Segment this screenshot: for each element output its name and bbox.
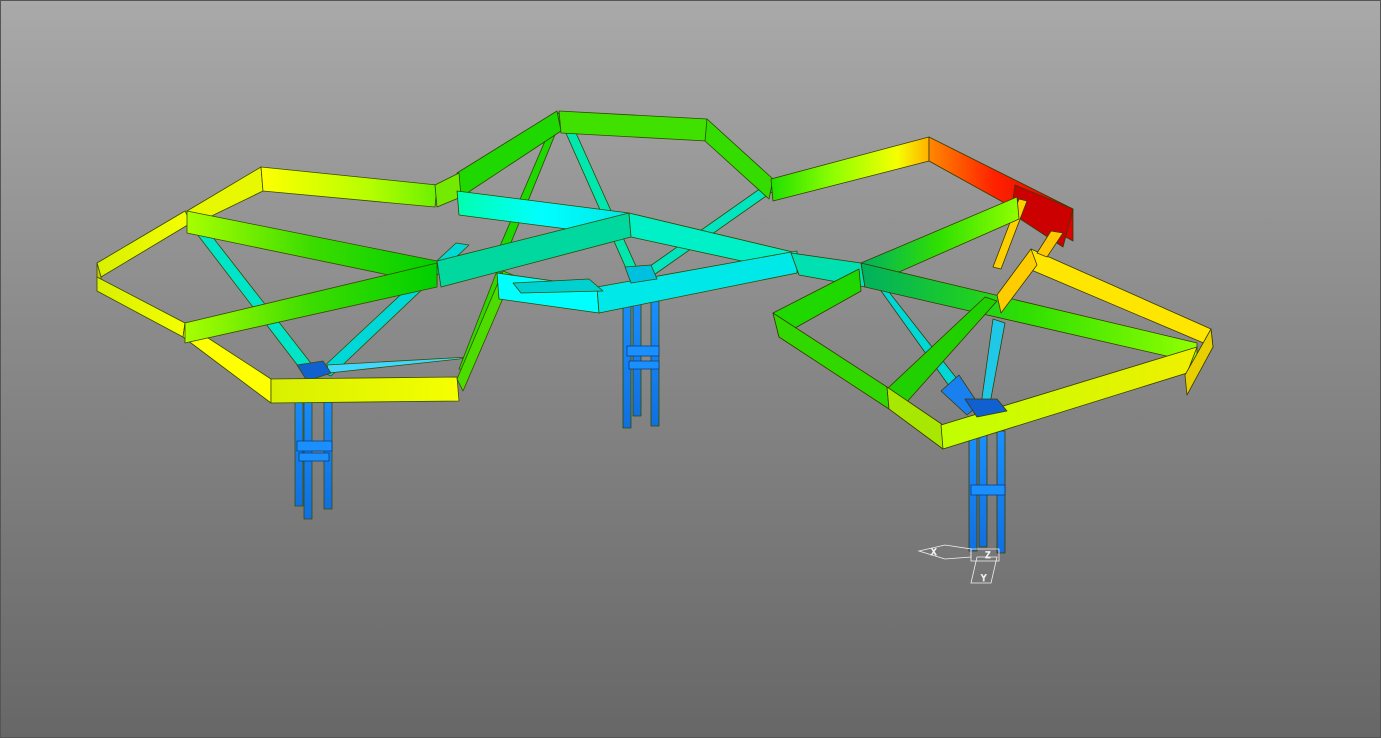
center-tree[interactable] bbox=[434, 110, 798, 429]
center-column-group[interactable] bbox=[622, 295, 660, 429]
3d-viewport[interactable]: X Y Z bbox=[0, 0, 1381, 738]
beam-outer[interactable] bbox=[96, 210, 192, 278]
column-brace[interactable] bbox=[296, 440, 333, 452]
beam-outer[interactable] bbox=[940, 346, 1198, 450]
beam-outer[interactable] bbox=[260, 166, 438, 208]
structural-model[interactable]: X Y Z bbox=[1, 1, 1381, 739]
beam-outer[interactable] bbox=[886, 386, 944, 450]
axis-z-label: Z bbox=[985, 551, 991, 561]
column-brace[interactable] bbox=[626, 345, 660, 357]
column-brace[interactable] bbox=[298, 452, 330, 462]
beam-outer[interactable] bbox=[96, 276, 186, 338]
beam-outer[interactable] bbox=[558, 110, 708, 142]
axis-triad: X Y Z bbox=[917, 544, 1000, 584]
left-tree[interactable] bbox=[96, 166, 514, 520]
axis-x-label: X bbox=[931, 548, 937, 558]
right-tree[interactable] bbox=[770, 136, 1214, 554]
beam-outer[interactable] bbox=[434, 172, 462, 208]
axis-x-arrow bbox=[917, 544, 972, 560]
branch[interactable] bbox=[980, 318, 1006, 410]
axis-y-label: Y bbox=[981, 574, 987, 584]
column-brace[interactable] bbox=[970, 484, 1006, 496]
beam-outer[interactable] bbox=[704, 118, 774, 200]
right-column-group[interactable] bbox=[968, 430, 1006, 554]
node-joint[interactable] bbox=[296, 360, 332, 382]
beam-outer[interactable] bbox=[772, 312, 890, 410]
beam-outer[interactable] bbox=[770, 136, 930, 202]
column-brace[interactable] bbox=[628, 360, 660, 370]
beam-outer[interactable] bbox=[270, 376, 460, 404]
